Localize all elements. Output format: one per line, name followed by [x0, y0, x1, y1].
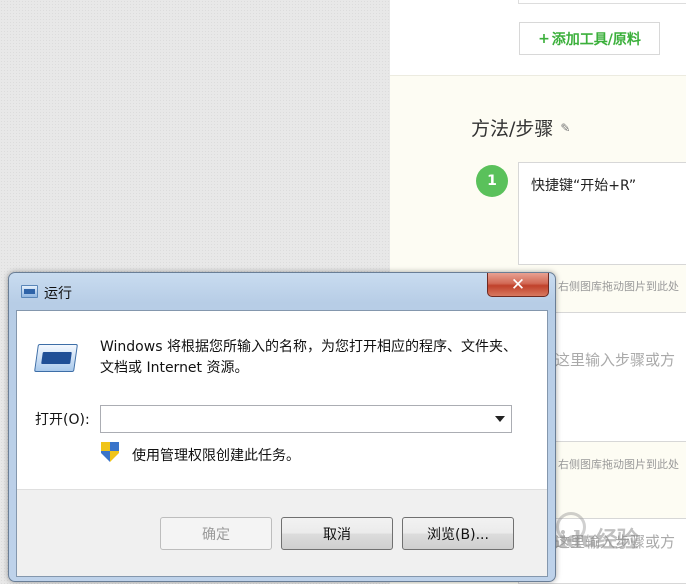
add-tool-material-button[interactable]: + 添加工具/原料	[519, 22, 660, 55]
browse-button[interactable]: 浏览(B)...	[402, 517, 514, 550]
dialog-description: Windows 将根据您所输入的名称，为您打开相应的程序、文件夹、文档或 Int…	[100, 339, 517, 376]
dropdown-arrow-icon[interactable]	[495, 416, 505, 422]
run-app-icon	[21, 285, 38, 298]
dialog-body: Windows 将根据您所输入的名称，为您打开相应的程序、文件夹、文档或 Int…	[16, 310, 548, 577]
step-text-area[interactable]: 快捷键“开始+R”	[518, 162, 686, 265]
step-placeholder: 这里输入步骤或方	[555, 351, 676, 369]
open-label: 打开(O):	[35, 412, 90, 428]
pencil-icon[interactable]: ✎	[560, 121, 570, 135]
run-dialog: 运行 ✕ Windows 将根据您所输入的名称，为您打开相应的程序、文件夹、文档…	[8, 272, 556, 582]
close-button[interactable]: ✕	[487, 273, 549, 297]
previous-input-field[interactable]	[518, 0, 686, 4]
admin-privileges-text: 使用管理权限创建此任务。	[132, 448, 300, 464]
image-drop-hint: 右侧图库拖动图片到此处	[558, 280, 679, 293]
add-tool-label: 添加工具/原料	[551, 31, 641, 48]
dialog-titlebar[interactable]: 运行 ✕	[9, 273, 555, 309]
step-text: 快捷键“开始+R”	[531, 178, 637, 194]
section-title-text: 方法/步骤	[471, 118, 554, 140]
run-program-icon	[34, 344, 78, 372]
cancel-button[interactable]: 取消	[281, 517, 393, 550]
plus-icon: +	[538, 30, 550, 47]
open-combobox[interactable]	[100, 405, 512, 433]
image-drop-hint-2: 右侧图库拖动图片到此处	[558, 458, 679, 471]
step-number-badge: 1	[476, 165, 508, 197]
open-input[interactable]	[101, 406, 481, 432]
section-title: 方法/步骤 ✎	[471, 114, 570, 141]
ok-button[interactable]: 确定	[160, 517, 272, 550]
dialog-title: 运行	[44, 286, 72, 302]
close-icon: ✕	[510, 274, 526, 295]
uac-shield-icon	[101, 442, 119, 462]
